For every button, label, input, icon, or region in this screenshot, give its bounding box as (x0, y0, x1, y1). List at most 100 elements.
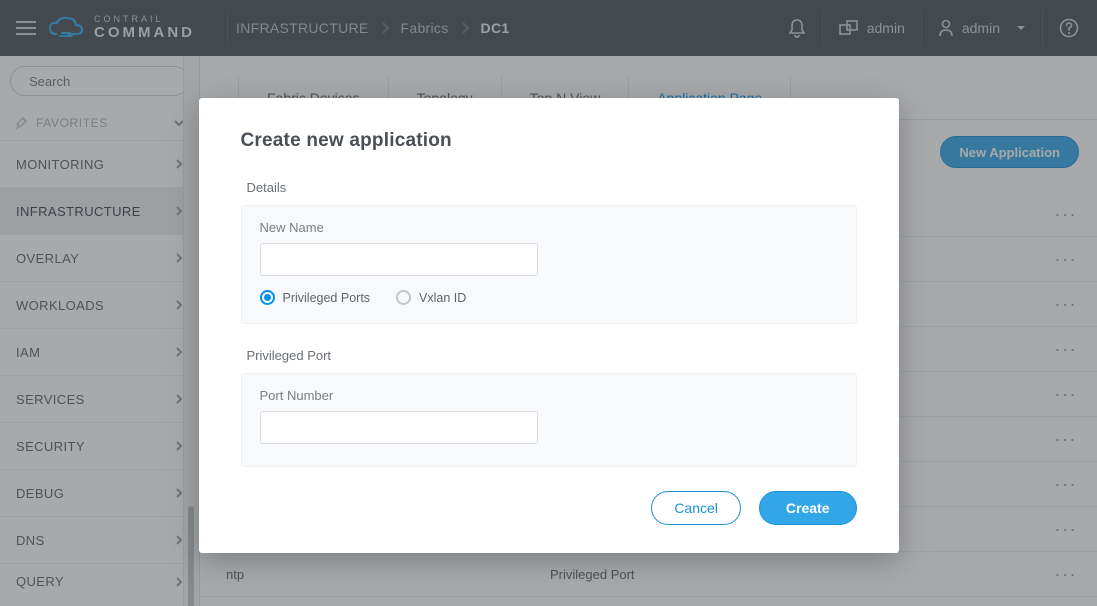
sidebar-item-label: SERVICES (16, 392, 85, 407)
action-bar: New Application (940, 136, 1079, 168)
port-number-input[interactable] (260, 411, 538, 444)
chevron-right-icon (175, 252, 183, 264)
row-more-icon[interactable]: ··· (1055, 388, 1077, 400)
breadcrumb-infrastructure[interactable]: INFRASTRUCTURE (236, 20, 369, 36)
create-button[interactable]: Create (759, 491, 857, 525)
privileged-ports-radio[interactable]: Privileged Ports (260, 290, 371, 305)
row-more-icon[interactable]: ··· (1055, 343, 1077, 355)
row-type: Privileged Port (550, 567, 635, 582)
sidebar: FAVORITES MONITORING INFRASTRUCTURE OVER… (0, 56, 200, 606)
sidebar-item-iam[interactable]: IAM (0, 328, 199, 375)
chevron-right-icon (175, 487, 183, 499)
user-menu[interactable]: admin (930, 11, 1034, 45)
table-row[interactable]: ntpPrivileged Port ··· (200, 552, 1097, 597)
favorites-label: FAVORITES (36, 116, 108, 130)
user-icon (938, 19, 954, 37)
row-name: ntp (200, 567, 550, 582)
chevron-right-icon (175, 346, 183, 358)
radio-label: Privileged Ports (283, 291, 371, 305)
new-application-button[interactable]: New Application (940, 136, 1079, 168)
help-icon (1059, 18, 1079, 38)
caret-down-icon (1016, 25, 1026, 31)
row-more-icon[interactable]: ··· (1055, 523, 1077, 535)
sidebar-item-label: DNS (16, 533, 45, 548)
details-panel: New Name Privileged Ports Vxlan ID (241, 205, 857, 324)
app-header: CONTRAIL COMMAND INFRASTRUCTURE Fabrics … (0, 0, 1097, 56)
chevron-right-icon (175, 440, 183, 452)
divider (227, 10, 228, 46)
row-more-icon[interactable]: ··· (1055, 478, 1077, 490)
brand-title: CONTRAIL (94, 15, 195, 24)
project-selector[interactable]: admin (831, 12, 913, 44)
favorites-header[interactable]: FAVORITES (0, 106, 199, 140)
sidebar-item-services[interactable]: SERVICES (0, 375, 199, 422)
sidebar-item-label: DEBUG (16, 486, 64, 501)
row-more-icon[interactable]: ··· (1055, 208, 1077, 220)
port-number-label: Port Number (260, 388, 838, 403)
cancel-button[interactable]: Cancel (651, 491, 741, 525)
pin-icon (14, 116, 28, 130)
notifications-button[interactable] (780, 10, 814, 46)
row-more-icon[interactable]: ··· (1055, 253, 1077, 265)
privileged-port-section-label: Privileged Port (247, 348, 857, 363)
new-name-input[interactable] (260, 243, 538, 276)
hamburger-menu-icon[interactable] (10, 15, 42, 41)
divider (921, 10, 922, 46)
sidebar-search[interactable] (10, 66, 189, 96)
chevron-right-icon (381, 22, 389, 34)
chevron-right-icon (175, 393, 183, 405)
sidebar-item-query[interactable]: QUERY (0, 563, 199, 599)
breadcrumb-fabrics[interactable]: Fabrics (401, 20, 449, 36)
vxlan-id-radio[interactable]: Vxlan ID (396, 290, 466, 305)
help-button[interactable] (1051, 10, 1087, 46)
chevron-right-icon (461, 22, 469, 34)
modal-title: Create new application (241, 130, 857, 152)
chevron-right-icon (175, 205, 183, 217)
radio-dot-icon (396, 290, 411, 305)
sidebar-item-monitoring[interactable]: MONITORING (0, 140, 199, 187)
bell-icon (788, 18, 806, 38)
row-more-icon[interactable]: ··· (1055, 298, 1077, 310)
new-name-label: New Name (260, 220, 838, 235)
chevron-right-icon (175, 576, 183, 588)
sidebar-item-label: MONITORING (16, 157, 104, 172)
privileged-port-panel: Port Number (241, 373, 857, 467)
cloud-icon (48, 16, 84, 40)
scrollbar-thumb[interactable] (188, 506, 194, 606)
divider (822, 10, 823, 46)
project-name: admin (867, 20, 905, 36)
chevron-right-icon (175, 299, 183, 311)
sidebar-item-label: SECURITY (16, 439, 85, 454)
row-more-icon[interactable]: ··· (1055, 433, 1077, 445)
sidebar-item-infrastructure[interactable]: INFRASTRUCTURE (0, 187, 199, 234)
sidebar-scrollbar[interactable] (183, 56, 199, 606)
sidebar-item-label: OVERLAY (16, 251, 79, 266)
sidebar-item-debug[interactable]: DEBUG (0, 469, 199, 516)
breadcrumb-current: DC1 (481, 20, 510, 36)
sidebar-item-workloads[interactable]: WORKLOADS (0, 281, 199, 328)
radio-dot-icon (260, 290, 275, 305)
user-name: admin (962, 20, 1000, 36)
divider (1042, 10, 1043, 46)
create-application-modal: Create new application Details New Name … (199, 98, 899, 553)
radio-label: Vxlan ID (419, 291, 466, 305)
sidebar-item-overlay[interactable]: OVERLAY (0, 234, 199, 281)
brand-logo[interactable]: CONTRAIL COMMAND (48, 15, 195, 42)
sidebar-item-label: WORKLOADS (16, 298, 104, 313)
sidebar-item-label: INFRASTRUCTURE (16, 204, 141, 219)
row-more-icon[interactable]: ··· (1055, 568, 1077, 580)
sidebar-item-dns[interactable]: DNS (0, 516, 199, 563)
chevron-right-icon (175, 534, 183, 546)
chevron-right-icon (175, 158, 183, 170)
sidebar-item-label: IAM (16, 345, 40, 360)
project-icon (839, 20, 859, 36)
brand-subtitle: COMMAND (94, 24, 195, 42)
details-section-label: Details (247, 180, 857, 195)
header-right: admin admin (780, 10, 1087, 46)
sidebar-item-security[interactable]: SECURITY (0, 422, 199, 469)
search-input[interactable] (29, 74, 205, 89)
modal-actions: Cancel Create (241, 491, 857, 525)
breadcrumb: INFRASTRUCTURE Fabrics DC1 (236, 20, 509, 36)
type-radio-group: Privileged Ports Vxlan ID (260, 290, 838, 305)
sidebar-item-label: QUERY (16, 574, 64, 589)
